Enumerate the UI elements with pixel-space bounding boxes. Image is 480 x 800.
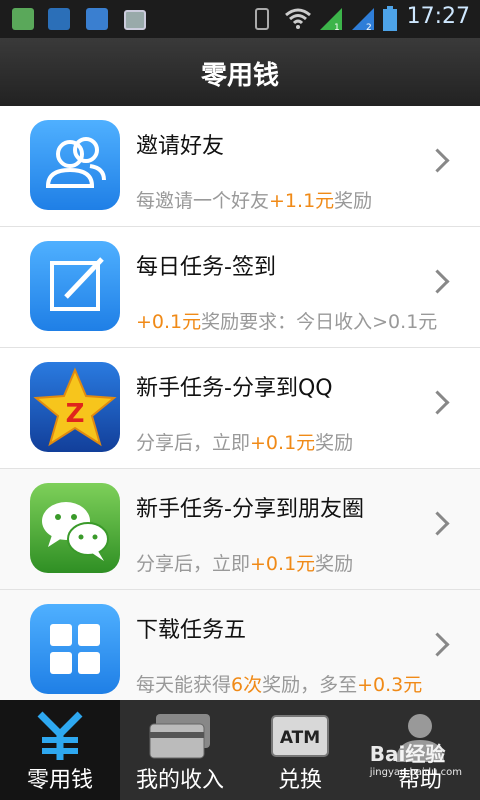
chevron-right-icon: [425, 632, 450, 657]
edit-icon: [30, 241, 120, 331]
yen-icon: [0, 710, 120, 762]
chevron-right-icon: [425, 148, 450, 173]
list-item-share-qq[interactable]: Z 新手任务-分享到QQ 分享后，立即+0.1元奖励: [0, 348, 480, 469]
task-list: 邀请好友 每邀请一个好友+1.1元奖励 每日任务-签到 +0.1元奖励要求：今日…: [0, 106, 480, 700]
svg-text:1: 1: [334, 23, 340, 32]
image-icon: [124, 10, 146, 30]
svg-text:ATM: ATM: [280, 728, 320, 748]
list-item-daily-checkin[interactable]: 每日任务-签到 +0.1元奖励要求：今日收入>0.1元: [0, 227, 480, 348]
list-item-share-moments[interactable]: 新手任务-分享到朋友圈 分享后，立即+0.1元奖励: [0, 469, 480, 590]
page-title: 零用钱: [200, 61, 279, 91]
battery-icon: [383, 6, 397, 31]
baidu-jingyan-watermark: Bai经验 jingyan.baidu.com: [369, 742, 462, 778]
list-item-title: 每日任务-签到: [136, 255, 276, 280]
list-item-subtitle: 每邀请一个好友+1.1元奖励: [136, 190, 373, 212]
grid-icon: [30, 604, 120, 694]
list-item-subtitle: 分享后，立即+0.1元奖励: [136, 553, 354, 575]
signal-1-icon: 1: [320, 8, 342, 32]
header: 零用钱: [0, 38, 480, 107]
cards-icon: [120, 710, 240, 762]
users-icon: [30, 120, 120, 210]
atm-icon: ATM: [240, 710, 360, 762]
list-item-subtitle: 每天能获得6次奖励，多至+0.3元: [136, 674, 423, 696]
list-item-subtitle: +0.1元奖励要求：今日收入>0.1元: [136, 311, 438, 333]
tab-label: 我的收入: [135, 768, 224, 793]
status-bar: 1 2 17:27: [0, 0, 480, 38]
svg-text:2: 2: [366, 23, 372, 32]
vibrate-icon: [255, 8, 269, 30]
status-clock: 17:27: [406, 4, 470, 29]
tab-label: 兑换: [277, 768, 322, 793]
app-icon-green: [12, 8, 34, 30]
wechat-icon: [30, 483, 120, 573]
list-item-title: 新手任务-分享到朋友圈: [136, 497, 364, 522]
chevron-right-icon: [425, 269, 450, 294]
list-item-subtitle: 分享后，立即+0.1元奖励: [136, 432, 354, 454]
list-item-title: 邀请好友: [136, 134, 225, 159]
wifi-icon: [285, 8, 311, 29]
qzone-star-icon: Z: [30, 362, 120, 452]
list-item-invite-friends[interactable]: 邀请好友 每邀请一个好友+1.1元奖励: [0, 106, 480, 227]
app-icon-blue: [48, 8, 70, 30]
svg-text:Z: Z: [66, 399, 85, 429]
chevron-right-icon: [425, 511, 450, 536]
signal-2-icon: 2: [352, 8, 374, 32]
tab-my-income[interactable]: 我的收入: [120, 700, 240, 800]
list-item-title: 下载任务五: [136, 618, 247, 643]
list-item-title: 新手任务-分享到QQ: [136, 376, 333, 401]
tab-exchange[interactable]: ATM 兑换: [240, 700, 360, 800]
chevron-right-icon: [425, 390, 450, 415]
bottom-tab-bar: 零用钱 我的收入 ATM 兑换 帮助 Bai经验 jingyan.baidu.c…: [0, 700, 480, 800]
list-item-download-task[interactable]: 下载任务五 每天能获得6次奖励，多至+0.3元: [0, 590, 480, 700]
tab-pocket-money[interactable]: 零用钱: [0, 700, 120, 800]
app-icon-tasks: [86, 8, 108, 30]
tab-label: 零用钱: [26, 768, 93, 793]
